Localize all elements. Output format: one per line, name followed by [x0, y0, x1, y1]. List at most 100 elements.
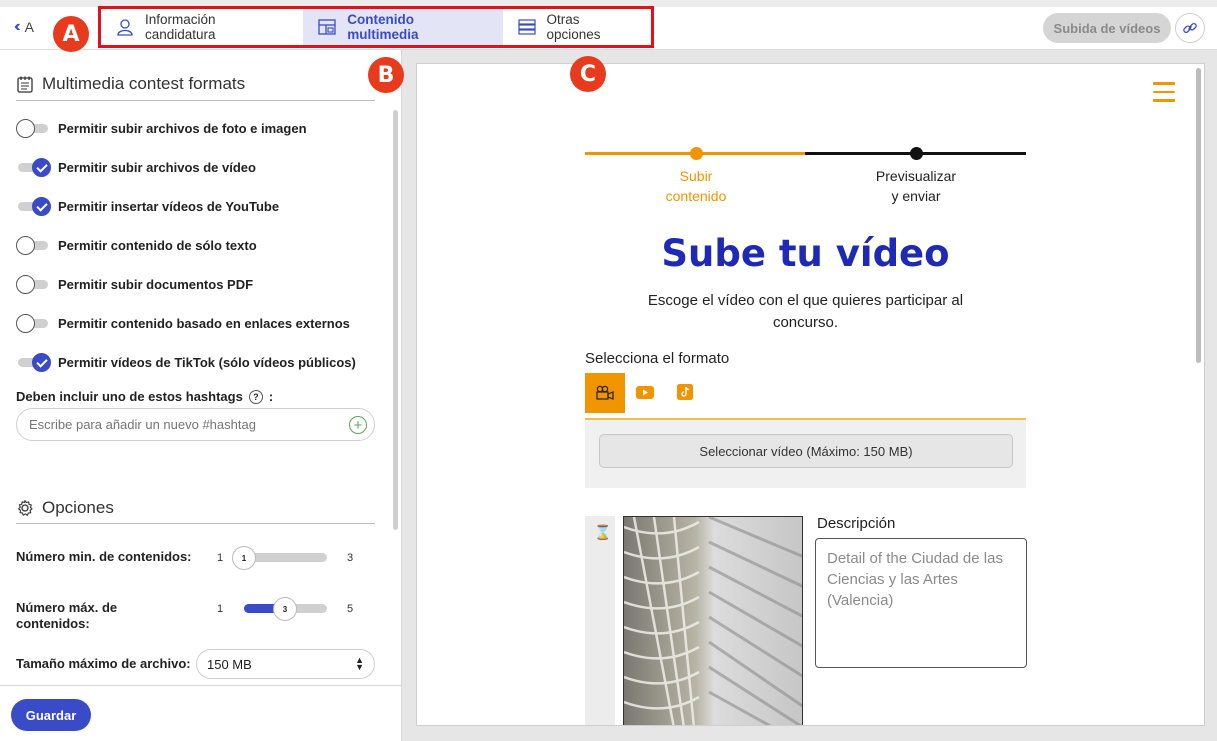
tab-informacion-candidatura[interactable]: Información candidatura: [101, 9, 303, 45]
max-file-size-label: Tamaño máximo de archivo:: [16, 656, 191, 671]
toggle-label: Permitir subir archivos de vídeo: [58, 159, 256, 175]
formats-section-title: Multimedia contest formats: [16, 74, 245, 94]
annotation-badge-b: B: [368, 57, 404, 93]
tab-otras-opciones[interactable]: Otras opciones: [503, 9, 651, 45]
back-label: A: [24, 19, 34, 35]
toggle-label: Permitir vídeos de TikTok (sólo vídeos p…: [58, 354, 356, 370]
step-label-line: Previsualizar: [875, 168, 957, 184]
tab-contenido-multimedia[interactable]: Contenido multimedia: [303, 9, 503, 45]
uploaded-photo-thumbnail: [623, 516, 803, 725]
max-file-size-select[interactable]: 150 MB ▲ ▼: [196, 649, 375, 679]
tab-label: Contenido multimedia: [347, 12, 419, 42]
min-contents-slider[interactable]: [244, 553, 327, 562]
back-button[interactable]: ‹‹ A: [14, 18, 34, 36]
step-label-line: contenido: [665, 188, 727, 204]
slider-handle[interactable]: 3: [273, 597, 297, 621]
step-label-line: y enviar: [891, 188, 941, 204]
toggle-row-tiktok[interactable]: Permitir vídeos de TikTok (sólo vídeos p…: [16, 352, 356, 372]
max-contents-label: Número máx. de: [16, 600, 118, 615]
save-button[interactable]: Guardar: [11, 699, 91, 731]
left-scrollbar[interactable]: [393, 110, 398, 530]
max-size-label: (Máximo: 150 MB): [806, 443, 913, 459]
video-camera-icon: [596, 385, 614, 400]
list-icon: [517, 17, 537, 37]
upload-area: Seleccionar vídeo (Máximo: 150 MB): [585, 420, 1026, 488]
gear-icon: [18, 499, 33, 516]
format-label: Selecciona el formato: [585, 350, 730, 367]
toggle-switch[interactable]: [16, 313, 50, 333]
toggle-row-links[interactable]: Permitir contenido basado en enlaces ext…: [16, 313, 350, 333]
preview-frame: Subir contenido Previsualizar y enviar S…: [416, 63, 1205, 726]
preview-scrollbar[interactable]: [1196, 68, 1201, 363]
select-video-button[interactable]: Seleccionar vídeo (Máximo: 150 MB): [599, 434, 1013, 468]
preview-heading: Sube tu vídeo: [661, 232, 950, 275]
notepad-icon: [17, 76, 33, 93]
toggle-label: Permitir contenido de sólo texto: [58, 237, 257, 253]
tab-label: Otras opciones: [546, 12, 601, 42]
description-label: Descripción: [817, 515, 896, 532]
format-youtube[interactable]: [636, 384, 654, 400]
section-divider: [16, 523, 375, 524]
toggle-switch[interactable]: [16, 352, 51, 372]
help-icon[interactable]: ?: [248, 389, 263, 404]
select-value: 150 MB: [207, 656, 252, 672]
annotation-badge-a: A: [53, 16, 89, 52]
select-video-label: Seleccionar vídeo: [699, 443, 803, 459]
layout-icon: [317, 17, 337, 37]
top-bar: ‹‹ A Información candidatura Contenido m…: [0, 0, 1217, 50]
annotation-badge-c: C: [570, 56, 606, 92]
panel-footer: Guardar: [0, 685, 401, 741]
toggle-label: Permitir subir documentos PDF: [58, 276, 254, 292]
slider-max-value: 3: [347, 552, 354, 564]
tab-label: Información candidatura: [144, 12, 216, 42]
hourglass-icon: ⌛: [594, 524, 612, 540]
link-button[interactable]: [1175, 13, 1205, 43]
hashtag-input[interactable]: [16, 408, 375, 441]
options-section-title: Opciones: [16, 498, 114, 518]
toggle-switch[interactable]: [16, 196, 51, 216]
min-contents-label: Número min. de contenidos:: [16, 549, 192, 564]
toggle-row-photo[interactable]: Permitir subir archivos de foto e imagen: [16, 118, 307, 138]
step-dot-2: [910, 147, 923, 160]
toggle-row-youtube[interactable]: Permitir insertar vídeos de YouTube: [16, 196, 279, 216]
tiktok-icon: [677, 384, 693, 400]
slider-handle[interactable]: 1: [232, 546, 256, 570]
select-arrows-icon: ▲ ▼: [355, 655, 364, 672]
section-divider: [16, 100, 375, 101]
toggle-label: Permitir subir archivos de foto e imagen: [58, 120, 307, 136]
double-chevron-left-icon: ‹‹: [14, 18, 20, 35]
slider-min-value: 1: [217, 603, 224, 615]
description-textarea[interactable]: Detail of the Ciudad de las Ciencias y l…: [815, 538, 1027, 668]
max-contents-label-2: contenidos:: [16, 616, 90, 631]
step-1-label: Subir contenido: [636, 166, 756, 206]
link-icon: [1183, 22, 1197, 34]
toggle-row-text[interactable]: Permitir contenido de sólo texto: [16, 235, 257, 255]
hamburger-menu-icon[interactable]: [1153, 82, 1175, 102]
hashtag-label: Deben incluir uno de estos hashtags ? :: [16, 389, 273, 404]
toggle-switch[interactable]: [16, 235, 50, 255]
add-hashtag-icon[interactable]: +: [349, 416, 367, 434]
toggle-row-pdf[interactable]: Permitir subir documentos PDF: [16, 274, 253, 294]
video-upload-button[interactable]: Subida de vídeos: [1043, 13, 1171, 43]
step-label-line: Subir: [679, 168, 713, 184]
step-dot-1: [690, 147, 703, 160]
toggle-switch[interactable]: [16, 157, 51, 177]
format-tiktok[interactable]: [676, 384, 694, 400]
youtube-icon: [636, 385, 654, 399]
toggle-row-video[interactable]: Permitir subir archivos de vídeo: [16, 157, 256, 177]
slider-min-value: 1: [217, 552, 224, 564]
preview-subtext: Escoge el vídeo con el que quieres parti…: [647, 292, 964, 331]
section-title-text: Multimedia contest formats: [42, 74, 246, 93]
step-2-label: Previsualizar y enviar: [851, 166, 981, 206]
toggle-switch[interactable]: [16, 274, 50, 294]
hashtag-label-text: Deben incluir uno de estos hashtags: [16, 389, 243, 404]
tabs-highlight-box: Información candidatura Contenido multim…: [98, 6, 654, 48]
item-drag-strip[interactable]: ⌛: [585, 516, 615, 725]
toggle-switch[interactable]: [16, 118, 50, 138]
slider-max-value: 5: [347, 603, 354, 615]
settings-panel: Multimedia contest formats Permitir subi…: [0, 50, 402, 741]
toggle-label: Permitir contenido basado en enlaces ext…: [58, 315, 350, 331]
user-icon: [115, 17, 135, 37]
section-title-text: Opciones: [42, 498, 114, 517]
format-video-upload[interactable]: [585, 373, 625, 413]
